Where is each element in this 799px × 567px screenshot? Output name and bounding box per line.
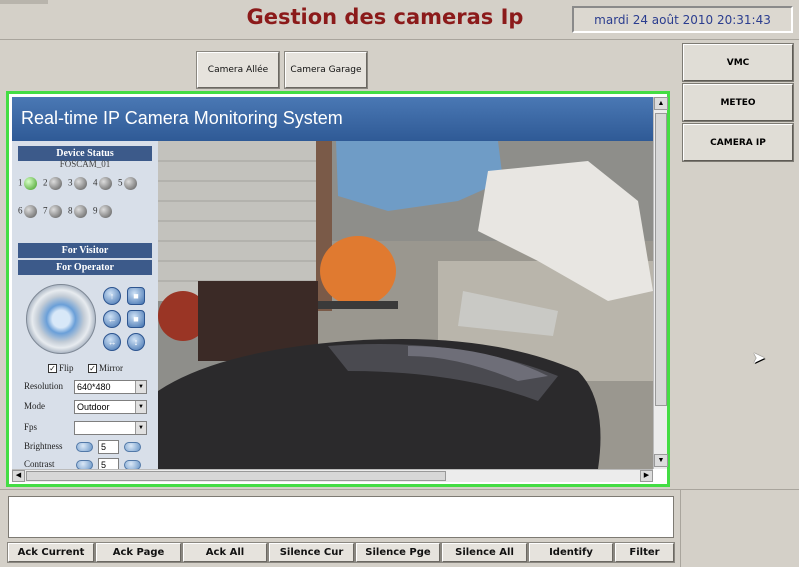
mode-value: Outdoor [77, 402, 110, 412]
bottom-right-panel [680, 489, 799, 567]
brightness-value: 5 [98, 440, 119, 454]
channel-active-led-icon [23, 177, 37, 190]
channel-led-icon [23, 205, 37, 218]
channel-6[interactable]: 6 [18, 205, 37, 218]
checkbox-checked-icon: ✓ [88, 364, 97, 374]
clock-display: mardi 24 août 2010 20:31:43 [572, 6, 793, 33]
channel-2[interactable]: 2 [43, 177, 62, 190]
contrast-value: 5 [98, 458, 119, 469]
horizontal-patrol-icon[interactable]: ↔ [103, 333, 121, 351]
channel-number: 8 [68, 205, 73, 216]
horizontal-scrollbar[interactable]: ◀ ▶ [12, 469, 653, 482]
control-panel: Device Status FOSCAM_01 1 2 3 4 5 6 7 8 … [12, 141, 158, 469]
for-operator-header[interactable]: For Operator [18, 260, 152, 275]
mode-select[interactable]: Outdoor ▼ [74, 400, 147, 414]
mouse-pointer-icon: ➤ [752, 350, 766, 367]
camera-video-feed [158, 141, 653, 469]
nav-camera-ip-button[interactable]: CAMERA IP [682, 123, 794, 162]
channel-7[interactable]: 7 [43, 205, 62, 218]
channel-led-icon [98, 177, 112, 190]
camera-page-title: Real-time IP Camera Monitoring System [12, 97, 653, 141]
channel-led-icon [123, 177, 137, 190]
camera-web-page: Real-time IP Camera Monitoring System De… [12, 97, 653, 469]
contrast-increase-button[interactable] [124, 460, 141, 469]
silence-page-button[interactable]: Silence Pge [355, 542, 441, 563]
channel-led-icon [98, 205, 112, 218]
brightness-increase-button[interactable] [124, 442, 141, 452]
scroll-left-icon[interactable]: ◀ [12, 470, 25, 482]
channel-1[interactable]: 1 [18, 177, 37, 190]
title-bar-edge [0, 0, 48, 4]
app-title: Gestion des cameras Ip [246, 5, 524, 29]
fps-label: Fps [24, 422, 38, 432]
contrast-label: Contrast [24, 459, 55, 469]
dropdown-arrow-icon: ▼ [135, 422, 146, 434]
brightness-label: Brightness [24, 441, 63, 451]
contrast-decrease-button[interactable] [76, 460, 93, 469]
channel-led-icon [48, 177, 62, 190]
for-visitor-header[interactable]: For Visitor [18, 243, 152, 258]
stop-2-icon[interactable]: ■ [127, 310, 145, 328]
channel-8[interactable]: 8 [68, 205, 87, 218]
channel-number: 9 [93, 205, 98, 216]
vertical-scrollbar[interactable]: ▲ ▼ [653, 97, 668, 469]
nav-meteo-button[interactable]: METEO [682, 83, 794, 122]
channel-number: 4 [93, 177, 98, 188]
mode-label: Mode [24, 401, 45, 411]
mirror-checkbox[interactable]: ✓ Mirror [88, 363, 123, 374]
flip-checkbox[interactable]: ✓ Flip [48, 363, 74, 374]
fps-select[interactable]: ▼ [74, 421, 147, 435]
alarm-list[interactable] [8, 496, 674, 538]
ack-all-button[interactable]: Ack All [182, 542, 268, 563]
tilt-up-icon[interactable]: ↑ [103, 287, 121, 305]
scroll-right-icon[interactable]: ▶ [640, 470, 653, 482]
scroll-up-icon[interactable]: ▲ [654, 97, 668, 110]
channel-led-icon [48, 205, 62, 218]
silence-current-button[interactable]: Silence Cur [268, 542, 355, 563]
ack-page-button[interactable]: Ack Page [95, 542, 182, 563]
filter-button[interactable]: Filter [614, 542, 675, 563]
scroll-down-icon[interactable]: ▼ [654, 454, 668, 467]
vertical-patrol-icon[interactable]: ↕ [127, 333, 145, 351]
device-name: FOSCAM_01 [59, 159, 111, 169]
channel-number: 2 [43, 177, 48, 188]
channel-led-icon [73, 177, 87, 190]
resolution-label: Resolution [24, 381, 64, 391]
channel-led-icon [73, 205, 87, 218]
pan-left-icon[interactable]: ← [103, 310, 121, 328]
camera-allee-button[interactable]: Camera Allée [196, 51, 280, 89]
ack-current-button[interactable]: Ack Current [7, 542, 95, 563]
dropdown-arrow-icon: ▼ [135, 381, 146, 393]
dropdown-arrow-icon: ▼ [135, 401, 146, 413]
channel-number: 5 [118, 177, 123, 188]
checkbox-checked-icon: ✓ [48, 364, 57, 374]
identify-button[interactable]: Identify [528, 542, 614, 563]
silence-all-button[interactable]: Silence All [441, 542, 528, 563]
ptz-joystick[interactable] [26, 284, 96, 354]
channel-5[interactable]: 5 [118, 177, 137, 190]
mirror-label: Mirror [99, 363, 123, 373]
channel-3[interactable]: 3 [68, 177, 87, 190]
channel-number: 3 [68, 177, 73, 188]
channel-number: 1 [18, 177, 23, 188]
channel-number: 7 [43, 205, 48, 216]
nav-vmc-button[interactable]: VMC [682, 43, 794, 82]
flip-label: Flip [59, 363, 74, 373]
channel-number: 6 [18, 205, 23, 216]
channel-9[interactable]: 9 [93, 205, 112, 218]
stop-icon[interactable]: ■ [127, 287, 145, 305]
brightness-decrease-button[interactable] [76, 442, 93, 452]
channel-4[interactable]: 4 [93, 177, 112, 190]
resolution-value: 640*480 [77, 382, 111, 392]
camera-garage-button[interactable]: Camera Garage [284, 51, 368, 89]
resolution-select[interactable]: 640*480 ▼ [74, 380, 147, 394]
title-bar: Gestion des cameras Ip mardi 24 août 201… [0, 0, 799, 40]
vertical-scroll-thumb[interactable] [655, 113, 667, 406]
camera-view-frame: Real-time IP Camera Monitoring System De… [6, 91, 670, 487]
horizontal-scroll-thumb[interactable] [26, 471, 446, 481]
